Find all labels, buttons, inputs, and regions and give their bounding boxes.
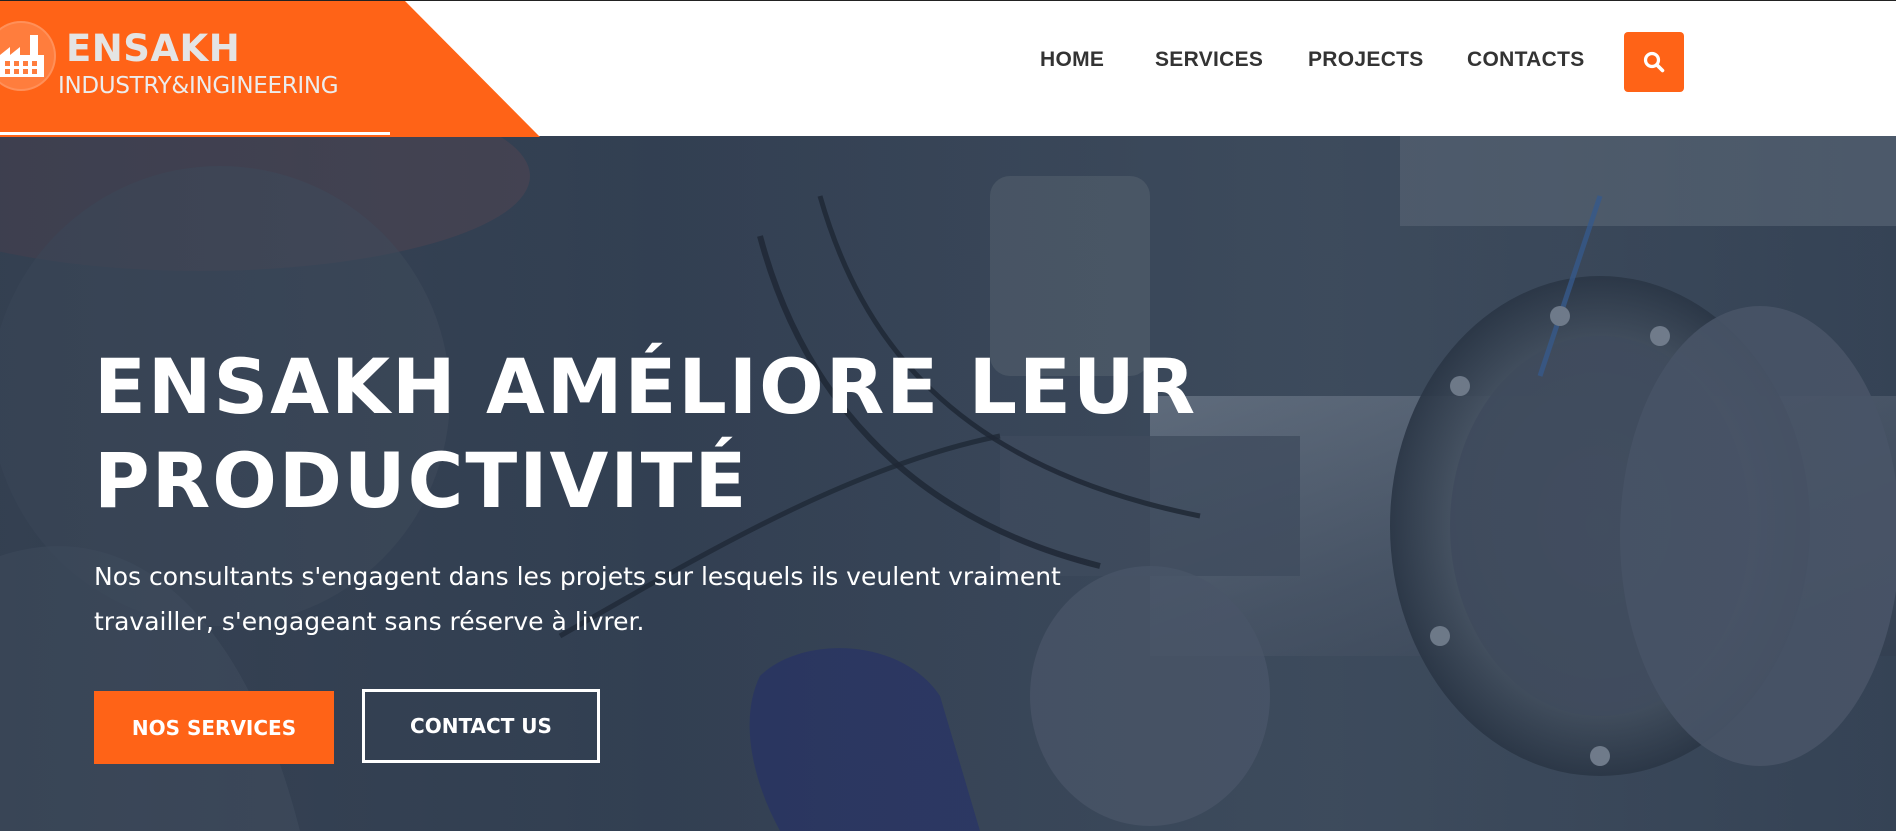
search-icon <box>1643 51 1665 73</box>
hero-title-line-1: ENSAKH AMÉLIORE LEUR <box>94 342 1198 431</box>
logo-underline <box>0 132 390 135</box>
nav-contacts[interactable]: CONTACTS <box>1467 48 1585 72</box>
site-header: ENSAKH INDUSTRY&INGINEERING HOME SERVICE… <box>0 0 1896 137</box>
hero-title-line-2: PRODUCTIVITÉ <box>94 436 749 525</box>
hero-section: ENSAKH AMÉLIORE LEUR PRODUCTIVITÉ Nos co… <box>0 136 1896 831</box>
nos-services-button[interactable]: NOS SERVICES <box>94 691 334 764</box>
nav-services[interactable]: SERVICES <box>1155 48 1263 72</box>
hero-description-line-1: Nos consultants s'engagent dans les proj… <box>94 562 1061 591</box>
nav-home[interactable]: HOME <box>1040 48 1104 72</box>
search-button[interactable] <box>1624 32 1684 92</box>
contact-us-button[interactable]: CONTACT US <box>362 689 600 763</box>
brand-name: ENSAKH <box>66 27 241 70</box>
hero-title: ENSAKH AMÉLIORE LEUR PRODUCTIVITÉ <box>94 340 1294 528</box>
nav-projects[interactable]: PROJECTS <box>1308 48 1424 72</box>
brand-tagline: INDUSTRY&INGINEERING <box>58 73 339 99</box>
factory-icon <box>0 21 56 91</box>
logo-block[interactable]: ENSAKH INDUSTRY&INGINEERING <box>0 1 540 137</box>
hero-description-line-2: travailler, s'engageant sans réserve à l… <box>94 607 645 636</box>
hero-description: Nos consultants s'engagent dans les proj… <box>94 554 1154 644</box>
